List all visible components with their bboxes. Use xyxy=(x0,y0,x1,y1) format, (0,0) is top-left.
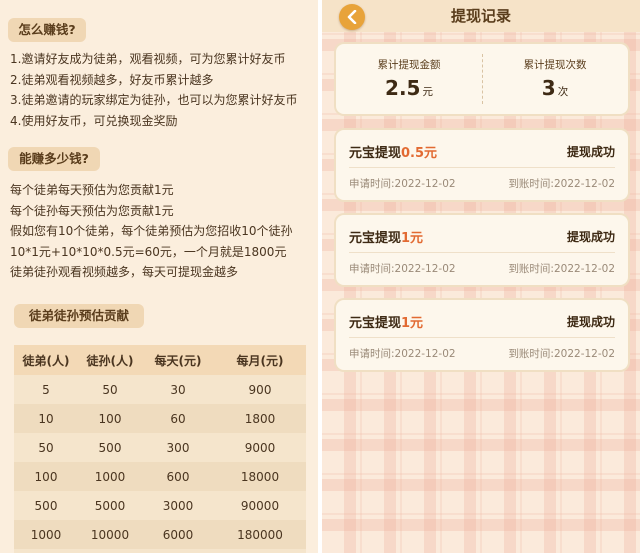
table-cell: 18000 xyxy=(240,469,280,484)
how-to-earn-line: 1.邀请好友成为徒弟，观看视频，可为您累计好友币 xyxy=(10,52,286,66)
table-row: 100 1000 600 18000 xyxy=(14,462,306,491)
table-row: 50 500 300 9000 xyxy=(14,433,306,462)
table-row: 500 5000 3000 90000 xyxy=(14,491,306,520)
table-cell: 5 xyxy=(42,382,50,397)
total-amount-label: 累计提现金额 xyxy=(377,59,441,71)
total-amount-value-row: 2.5 元 xyxy=(336,76,482,100)
record-status: 提现成功 xyxy=(566,145,615,159)
record-title: 元宝提现 xyxy=(349,231,402,246)
how-much-line: 10*1元+10*10*0.5元=60元，一个月就是1800元 xyxy=(10,244,287,259)
how-much-line: 假如您有10个徒弟，每个徒弟预估为您招收10个徒孙 xyxy=(10,224,293,238)
how-to-earn-heading: 怎么赚钱? xyxy=(8,18,86,42)
how-much-line: 每个徒孙每天预估为您贡献1元 xyxy=(10,203,174,218)
table-cell: 50 xyxy=(38,440,54,455)
record-divider xyxy=(349,337,615,338)
how-much-line: 每个徒弟每天预估为您贡献1元 xyxy=(10,183,174,197)
table-cell: 1000 xyxy=(30,527,62,542)
table-cell: 100 xyxy=(98,411,122,426)
how-much-list: 每个徒弟每天预估为您贡献1元 每个徒孙每天预估为您贡献1元 假如您有10个徒弟，… xyxy=(10,180,293,283)
total-amount-unit: 元 xyxy=(422,86,433,98)
total-count-value: 3 xyxy=(541,76,556,100)
record-divider xyxy=(349,167,615,168)
total-amount-block: 累计提现金额 2.5 元 xyxy=(336,44,482,114)
how-much-line: 徒弟徒孙观看视频越多，每天可提现金越多 xyxy=(10,265,239,279)
table-cell: 50 xyxy=(102,382,118,397)
table-cell: 6000 xyxy=(162,527,194,542)
contribution-table-heading: 徒弟徒孙预估贡献 xyxy=(14,304,144,328)
table-cell: 500 xyxy=(34,498,58,513)
record-title: 元宝提现 xyxy=(349,316,402,331)
table-row: 10 100 60 1800 xyxy=(14,404,306,433)
record-arrive-time: 到账时间:2022-12-02 xyxy=(508,178,615,190)
table-header-cell: 每天(元) xyxy=(154,353,202,368)
total-count-label: 累计提现次数 xyxy=(523,59,587,71)
table-cell: 90000 xyxy=(240,498,280,513)
table-header-cell: 徒孙(人) xyxy=(86,353,134,368)
record-arrive-time: 到账时间:2022-12-02 xyxy=(508,263,615,275)
how-to-earn-line: 2.徒弟观看视频越多，好友币累计越多 xyxy=(10,72,214,87)
table-cell: 500 xyxy=(98,440,122,455)
back-button[interactable] xyxy=(339,4,365,30)
how-much-heading: 能赚多少钱? xyxy=(8,147,100,171)
record-apply-time: 申请时间:2022-12-02 xyxy=(349,178,456,190)
record-apply-time: 申请时间:2022-12-02 xyxy=(349,348,456,360)
total-count-value-row: 3次 xyxy=(482,76,628,100)
withdrawal-record-card[interactable]: 元宝提现0.5元 提现成功 申请时间:2022-12-02 到账时间:2022-… xyxy=(336,130,628,200)
table-row: 1000 10000 6000 180000 xyxy=(14,520,306,549)
table-cell: 5000 xyxy=(94,498,126,513)
withdrawal-records-screen: 提现记录 累计提现金额 2.5 元 累计提现次数 3次 元宝提现0.5元 提现成功… xyxy=(322,0,640,553)
table-cell: 300 xyxy=(166,440,190,455)
table-header-cell: 每月(元) xyxy=(236,353,284,368)
table-cell: 30 xyxy=(170,382,186,397)
table-cell: 60 xyxy=(170,411,186,426)
how-to-earn-list: 1.邀请好友成为徒弟，观看视频，可为您累计好友币 2.徒弟观看视频越多，好友币累… xyxy=(10,49,297,131)
total-amount-value: 2.5 xyxy=(385,76,421,100)
total-count-block: 累计提现次数 3次 xyxy=(482,44,628,114)
table-cell: 1000 xyxy=(94,469,126,484)
earning-guide-panel: 怎么赚钱? 1.邀请好友成为徒弟，观看视频，可为您累计好友币 2.徒弟观看视频越… xyxy=(0,0,318,553)
table-cell: 10000 xyxy=(90,527,130,542)
table-cell: 1800 xyxy=(244,411,276,426)
table-header-cell: 徒弟(人) xyxy=(22,353,70,368)
total-count-unit: 次 xyxy=(557,86,569,98)
how-to-earn-line: 3.徒弟邀请的玩家绑定为徒孙，也可以为您累计好友币 xyxy=(10,93,298,107)
record-title-row: 元宝提现1元 xyxy=(349,312,423,331)
table-cell: 10 xyxy=(38,411,54,426)
withdrawal-record-card[interactable]: 元宝提现1元 提现成功 申请时间:2022-12-02 到账时间:2022-12… xyxy=(336,215,628,285)
record-title: 元宝提现 xyxy=(349,146,402,161)
table-cell: 180000 xyxy=(237,527,283,542)
record-amount: 1元 xyxy=(401,231,424,246)
withdrawal-record-card[interactable]: 元宝提现1元 提现成功 申请时间:2022-12-02 到账时间:2022-12… xyxy=(336,300,628,370)
table-cell: 900 xyxy=(248,382,272,397)
table-row: 5 50 30 900 xyxy=(14,375,306,404)
record-title-row: 元宝提现1元 xyxy=(349,227,423,246)
how-to-earn-line: 4.使用好友币，可兑换现金奖励 xyxy=(10,113,178,128)
record-amount: 0.5元 xyxy=(401,146,438,161)
chevron-left-icon xyxy=(347,10,357,24)
table-cell: 600 xyxy=(166,469,190,484)
table-cell: 3000 xyxy=(162,498,194,513)
table-cell: 100 xyxy=(34,469,58,484)
contribution-table: 徒弟(人) 徒孙(人) 每天(元) 每月(元) 5 50 30 900 10 1… xyxy=(14,345,306,553)
record-status: 提现成功 xyxy=(566,315,615,329)
table-cell: 9000 xyxy=(244,440,276,455)
record-title-row: 元宝提现0.5元 xyxy=(349,142,437,161)
table-header-row: 徒弟(人) 徒孙(人) 每天(元) 每月(元) xyxy=(14,345,306,375)
record-amount: 1元 xyxy=(401,316,424,331)
record-arrive-time: 到账时间:2022-12-02 xyxy=(508,348,615,360)
page-title: 提现记录 xyxy=(450,7,511,25)
withdrawal-summary-card: 累计提现金额 2.5 元 累计提现次数 3次 xyxy=(336,44,628,114)
record-status: 提现成功 xyxy=(566,230,615,244)
record-divider xyxy=(349,252,615,253)
record-apply-time: 申请时间:2022-12-02 xyxy=(349,263,456,275)
